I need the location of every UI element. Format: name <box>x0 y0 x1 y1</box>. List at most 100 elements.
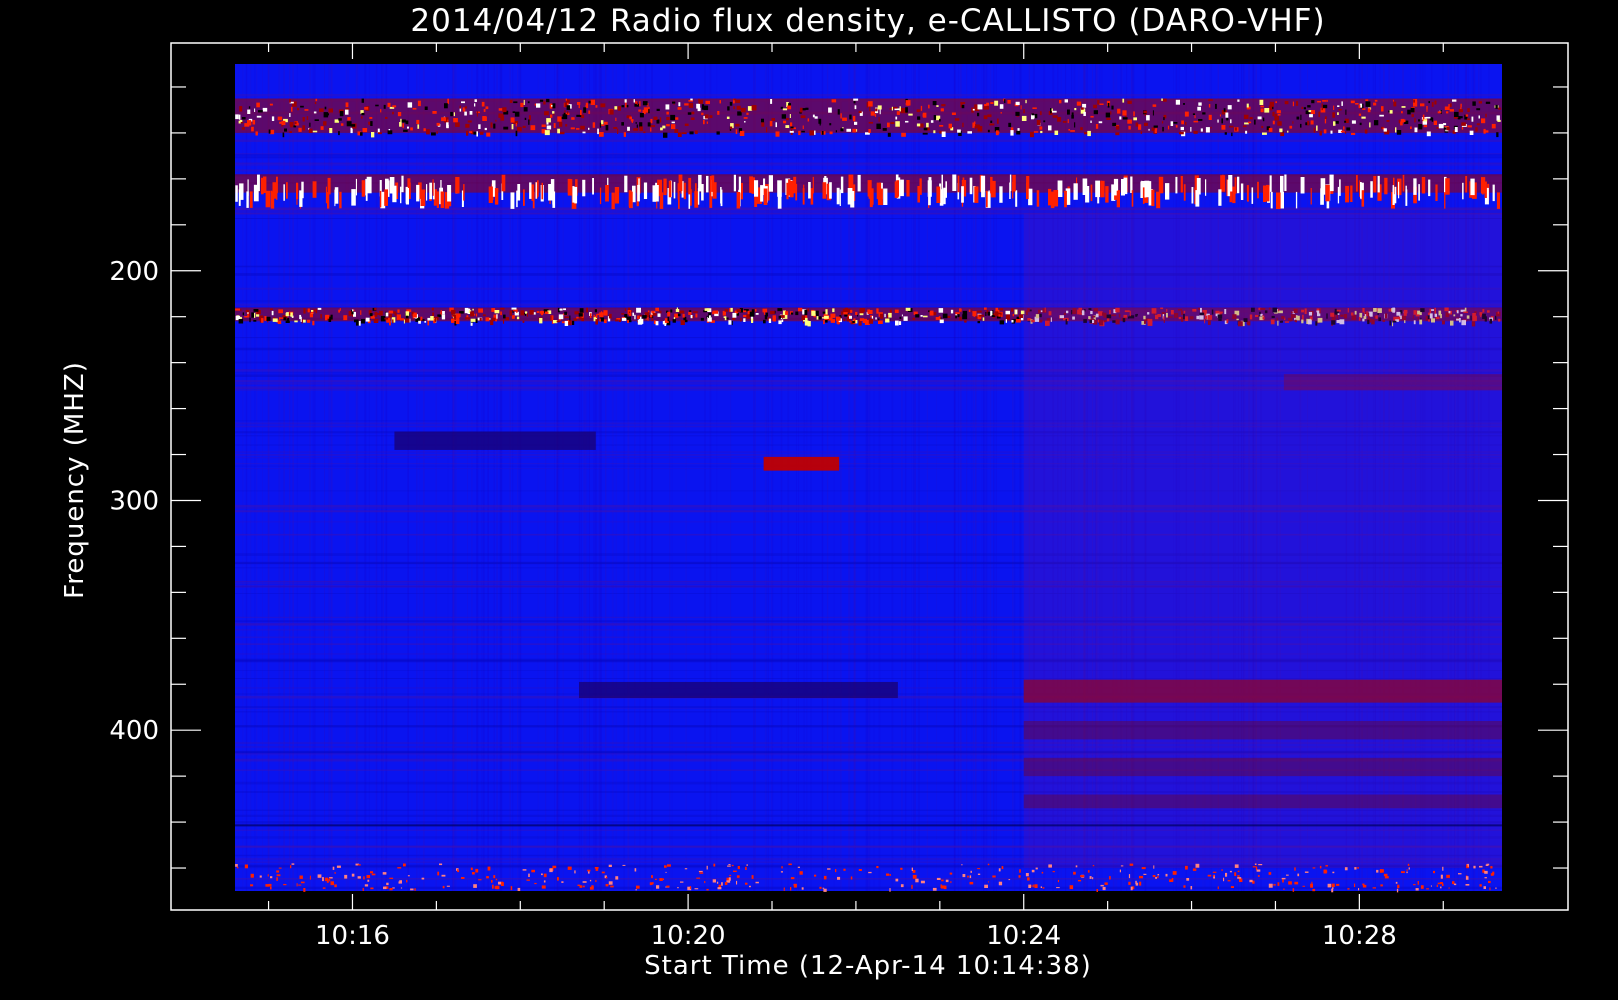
interference-speck <box>1264 108 1270 113</box>
x-tick-label: 10:28 <box>1322 921 1397 951</box>
bottom-speck <box>437 871 440 876</box>
interference-speck <box>1411 114 1414 118</box>
interference-speck <box>281 120 286 125</box>
interference-speck <box>544 111 549 116</box>
interference-speck <box>704 308 710 311</box>
bottom-speck <box>1479 865 1483 868</box>
interference-speck <box>1418 124 1423 130</box>
interference-speck <box>1144 122 1148 126</box>
interference-speck <box>1107 103 1110 108</box>
interference-speck <box>695 313 698 318</box>
bottom-speck <box>656 885 660 889</box>
interference-speck <box>1470 178 1475 196</box>
interference-speck <box>315 309 318 314</box>
interference-speck <box>417 124 420 129</box>
interference-speck <box>1229 125 1234 128</box>
interference-speck <box>1374 99 1378 102</box>
interference-speck <box>1309 114 1313 118</box>
interference-speck <box>999 104 1004 109</box>
interference-speck <box>1407 109 1411 115</box>
interference-speck <box>989 123 995 126</box>
interference-speck <box>706 121 708 124</box>
interference-speck <box>887 132 891 137</box>
interference-speck <box>804 309 808 316</box>
bottom-speck <box>1135 880 1137 885</box>
interference-speck <box>270 308 273 311</box>
interference-speck <box>1341 101 1343 106</box>
interference-speck <box>1210 126 1212 129</box>
interference-speck <box>751 309 755 312</box>
interference-speck <box>1057 180 1063 197</box>
interference-speck <box>852 115 856 122</box>
interference-speck <box>1220 175 1226 192</box>
interference-speck <box>416 119 420 124</box>
interference-speck <box>567 111 569 114</box>
bottom-speck <box>236 866 239 869</box>
interference-speck <box>556 320 561 323</box>
faint-band <box>1023 794 1502 809</box>
interference-speck <box>700 317 704 321</box>
interference-speck <box>941 104 946 107</box>
interference-speck <box>239 183 244 200</box>
bottom-speck <box>751 875 754 879</box>
interference-speck <box>936 186 941 203</box>
interference-speck <box>599 132 604 137</box>
interference-speck <box>1254 119 1256 125</box>
bottom-speck <box>912 874 917 879</box>
bottom-speck <box>472 872 475 875</box>
interference-speck <box>608 313 612 319</box>
interference-speck <box>653 116 658 120</box>
interference-speck <box>1050 108 1052 114</box>
interference-speck <box>601 124 605 126</box>
interference-speck <box>624 99 627 103</box>
interference-speck <box>484 127 487 131</box>
interference-speck <box>265 316 271 321</box>
interference-speck <box>1471 116 1474 122</box>
bottom-speck <box>749 885 751 888</box>
interference-speck <box>546 125 552 130</box>
interference-speck <box>986 102 990 106</box>
interference-speck <box>650 118 653 124</box>
interference-speck <box>939 118 941 122</box>
interference-speck <box>1392 185 1394 202</box>
interference-speck <box>436 191 439 208</box>
interference-speck <box>1269 175 1272 192</box>
interference-speck <box>885 318 890 323</box>
interference-speck <box>310 311 314 314</box>
interference-speck <box>315 98 318 102</box>
interference-speck <box>570 127 575 130</box>
interference-speck <box>564 110 566 113</box>
interference-speck <box>1105 186 1109 203</box>
interference-speck <box>307 308 310 313</box>
interference-speck <box>1026 182 1029 200</box>
bottom-speck <box>473 884 477 888</box>
interference-speck <box>320 314 323 319</box>
bottom-speck <box>1092 865 1095 867</box>
channel-streak <box>235 211 1502 213</box>
interference-speck <box>821 131 824 135</box>
x-axis-title: Start Time (12-Apr-14 10:14:38) <box>644 951 1092 981</box>
interference-speck <box>840 128 844 132</box>
bottom-speck <box>1396 888 1399 893</box>
bottom-speck <box>1186 878 1190 881</box>
bottom-speck <box>1183 885 1186 888</box>
interference-speck <box>501 174 506 192</box>
interference-speck <box>383 104 386 109</box>
interference-speck <box>1043 120 1046 123</box>
interference-speck <box>840 176 844 194</box>
interference-speck <box>1240 183 1244 200</box>
interference-speck <box>1122 110 1127 116</box>
bottom-speck <box>895 878 899 882</box>
bottom-speck <box>1237 875 1240 877</box>
interference-speck <box>1414 118 1416 123</box>
interference-speck <box>660 310 662 314</box>
bottom-speck <box>1190 886 1193 890</box>
interference-speck <box>253 320 257 322</box>
bottom-speck <box>1437 882 1440 885</box>
interference-speck <box>824 315 829 319</box>
interference-speck <box>576 114 582 117</box>
interference-speck <box>1110 111 1112 115</box>
interference-speck <box>339 191 342 209</box>
interference-speck <box>308 128 313 133</box>
bottom-speck <box>977 873 981 875</box>
